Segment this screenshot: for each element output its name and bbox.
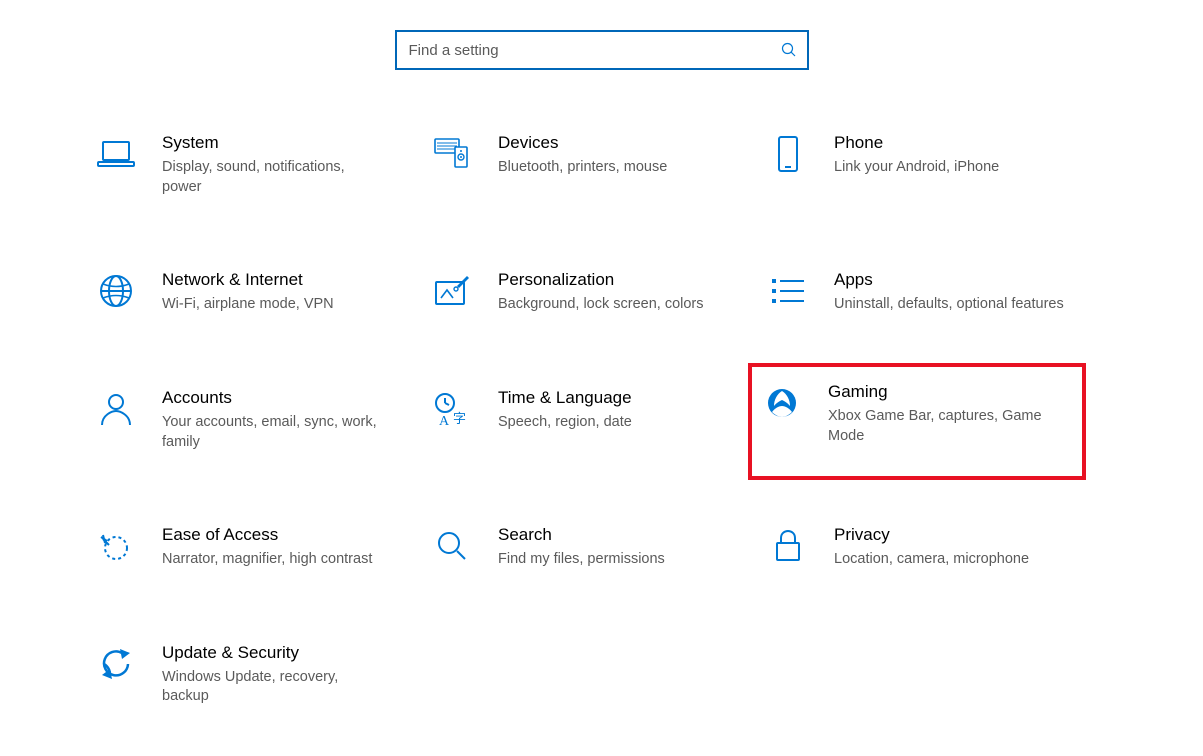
laptop-icon (96, 134, 136, 174)
category-personalization[interactable]: Personalization Background, lock screen,… (426, 263, 726, 321)
settings-home: System Display, sound, notifications, po… (0, 0, 1203, 756)
category-desc: Link your Android, iPhone (834, 158, 1066, 178)
category-title: Accounts (162, 387, 384, 409)
category-desc: Wi-Fi, airplane mode, VPN (162, 295, 384, 315)
category-privacy[interactable]: Privacy Location, camera, microphone (762, 518, 1072, 576)
category-title: Ease of Access (162, 524, 384, 546)
lock-icon (768, 526, 808, 566)
category-title: Gaming (828, 381, 1072, 403)
category-time-language[interactable]: A 字 Time & Language Speech, region, date (426, 381, 726, 458)
ease-of-access-icon (96, 526, 136, 566)
category-title: Personalization (498, 269, 720, 291)
category-desc: Speech, region, date (498, 413, 720, 433)
devices-icon (432, 134, 472, 174)
phone-icon (768, 134, 808, 174)
category-title: Privacy (834, 524, 1066, 546)
accounts-icon (96, 389, 136, 429)
category-desc: Narrator, magnifier, high contrast (162, 550, 384, 570)
search-box[interactable] (395, 30, 809, 70)
search-icon (781, 42, 797, 58)
category-title: Search (498, 524, 720, 546)
search-container (0, 30, 1203, 70)
category-title: Update & Security (162, 642, 384, 664)
category-devices[interactable]: Devices Bluetooth, printers, mouse (426, 126, 726, 203)
search-category-icon (432, 526, 472, 566)
category-phone[interactable]: Phone Link your Android, iPhone (762, 126, 1072, 203)
category-desc: Background, lock screen, colors (498, 295, 720, 315)
category-desc: Display, sound, notifications, power (162, 158, 384, 197)
category-desc: Find my files, permissions (498, 550, 720, 570)
category-desc: Bluetooth, printers, mouse (498, 158, 720, 178)
category-title: Time & Language (498, 387, 720, 409)
category-search[interactable]: Search Find my files, permissions (426, 518, 726, 576)
category-desc: Your accounts, email, sync, work, family (162, 413, 384, 452)
time-language-icon: A 字 (432, 389, 472, 429)
category-title: System (162, 132, 384, 154)
category-ease-of-access[interactable]: Ease of Access Narrator, magnifier, high… (90, 518, 390, 576)
gaming-icon (762, 383, 802, 423)
category-desc: Windows Update, recovery, backup (162, 668, 384, 707)
category-desc: Xbox Game Bar, captures, Game Mode (828, 407, 1072, 446)
category-desc: Location, camera, microphone (834, 550, 1066, 570)
category-apps[interactable]: Apps Uninstall, defaults, optional featu… (762, 263, 1072, 321)
category-system[interactable]: System Display, sound, notifications, po… (90, 126, 390, 203)
svg-text:A: A (439, 414, 450, 427)
personalization-icon (432, 271, 472, 311)
category-title: Network & Internet (162, 269, 384, 291)
categories-grid: System Display, sound, notifications, po… (0, 126, 1203, 713)
category-update-security[interactable]: Update & Security Windows Update, recove… (90, 636, 390, 713)
category-gaming[interactable]: Gaming Xbox Game Bar, captures, Game Mod… (748, 363, 1086, 480)
globe-icon (96, 271, 136, 311)
svg-text:字: 字 (453, 411, 466, 426)
category-accounts[interactable]: Accounts Your accounts, email, sync, wor… (90, 381, 390, 458)
category-network[interactable]: Network & Internet Wi-Fi, airplane mode,… (90, 263, 390, 321)
apps-icon (768, 271, 808, 311)
category-title: Devices (498, 132, 720, 154)
update-icon (96, 644, 136, 684)
category-desc: Uninstall, defaults, optional features (834, 295, 1066, 315)
category-title: Phone (834, 132, 1066, 154)
search-input[interactable] (407, 41, 781, 60)
category-title: Apps (834, 269, 1066, 291)
